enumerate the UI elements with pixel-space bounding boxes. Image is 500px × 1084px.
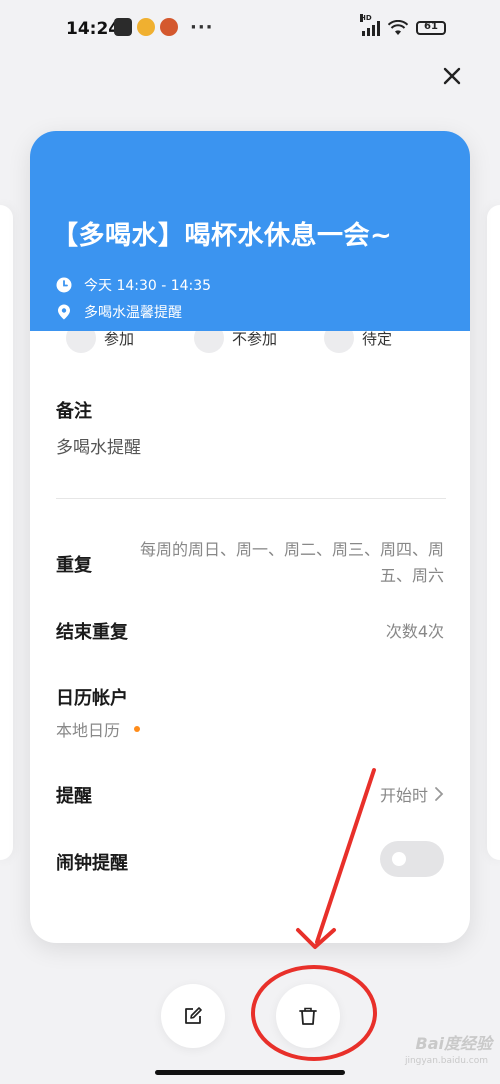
- app-notification-icon: [137, 18, 155, 36]
- end-repeat-value[interactable]: 次数4次: [386, 618, 444, 642]
- system-icons: HD 61: [360, 14, 446, 36]
- toggle-knob: [392, 852, 406, 866]
- event-location: 多喝水温馨提醒: [84, 305, 182, 321]
- event-location-row: 多喝水温馨提醒: [56, 302, 182, 322]
- section-divider: [56, 498, 446, 499]
- clock-icon: [56, 277, 72, 293]
- calendar-account-value: 本地日历: [56, 721, 121, 740]
- status-time: 14:24: [66, 19, 121, 39]
- calendar-account-label: 日历帐户: [56, 688, 128, 709]
- event-detail-card: 【多喝水】喝杯水休息一会~ 今天 14:30 - 14:35 多喝水温馨提醒 参…: [30, 131, 470, 943]
- wifi-icon: [388, 20, 408, 35]
- reminder-value: 开始时: [379, 786, 428, 805]
- signal-icon: HD: [360, 14, 380, 36]
- event-title: 【多喝水】喝杯水休息一会~: [52, 221, 393, 251]
- delete-button[interactable]: [276, 984, 340, 1048]
- event-time: 今天 14:30 - 14:35: [84, 278, 212, 294]
- repeat-value[interactable]: 每周的周日、周一、周二、周三、周四、周五、周六: [124, 537, 444, 589]
- trash-icon: [299, 1007, 317, 1025]
- home-indicator[interactable]: [155, 1070, 345, 1075]
- reminder-row[interactable]: 开始时: [380, 782, 444, 806]
- notification-icons: [114, 18, 178, 36]
- repeat-label: 重复: [56, 555, 92, 576]
- chevron-right-icon: [435, 787, 444, 801]
- close-icon[interactable]: [438, 62, 466, 90]
- end-repeat-label: 结束重复: [56, 622, 128, 643]
- more-notifications-icon: ···: [190, 17, 214, 38]
- next-event-card[interactable]: [487, 205, 500, 860]
- watermark-logo: Bai度经验: [415, 1034, 492, 1053]
- battery-icon: 61: [416, 21, 446, 35]
- alarm-reminder-toggle[interactable]: [380, 841, 444, 877]
- alarm-reminder-label: 闹钟提醒: [56, 853, 128, 874]
- network-type: HD: [360, 14, 372, 22]
- edit-icon: [185, 1007, 202, 1024]
- reminder-label: 提醒: [56, 786, 92, 807]
- notes-label: 备注: [56, 401, 92, 422]
- event-header: 【多喝水】喝杯水休息一会~ 今天 14:30 - 14:35 多喝水温馨提醒: [30, 131, 470, 331]
- location-pin-icon: [58, 304, 70, 320]
- battery-level: 61: [424, 21, 438, 32]
- edit-button[interactable]: [161, 984, 225, 1048]
- watermark-url: jingyan.baidu.com: [404, 1056, 488, 1066]
- status-bar: 14:24 ··· HD 61: [0, 0, 500, 60]
- notes-value: 多喝水提醒: [56, 438, 141, 458]
- app-notification-icon: [160, 18, 178, 36]
- event-time-row: 今天 14:30 - 14:35: [56, 275, 211, 295]
- calendar-color-dot: [134, 726, 141, 732]
- previous-event-card[interactable]: [0, 205, 13, 860]
- calendar-account-row: 本地日历: [56, 717, 141, 741]
- app-notification-icon: [114, 18, 132, 36]
